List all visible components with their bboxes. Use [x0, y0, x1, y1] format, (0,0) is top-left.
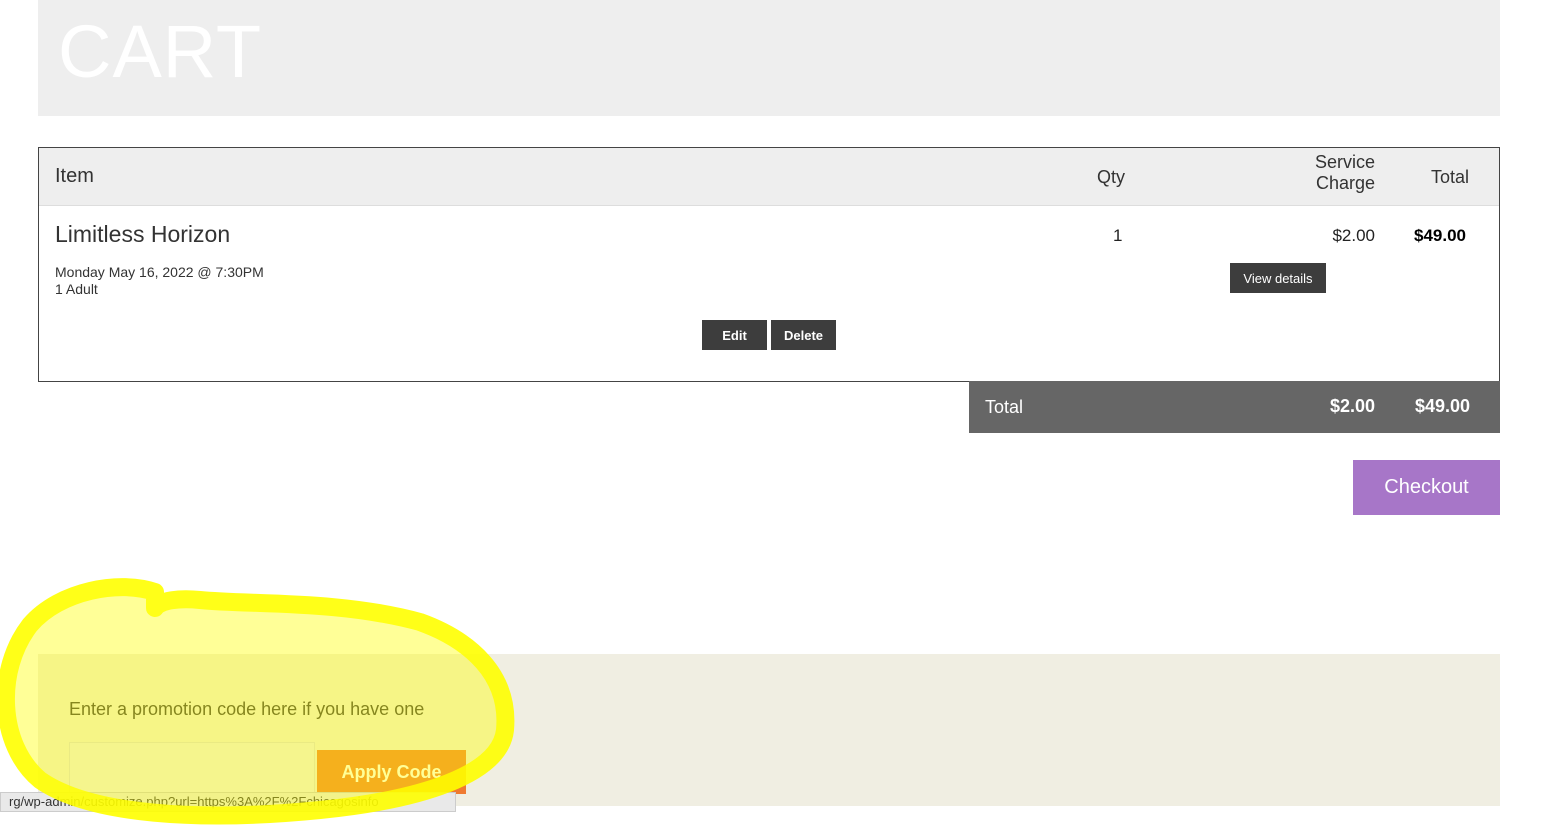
totals-total: $49.00: [1415, 396, 1471, 416]
totals-label: Total: [985, 397, 1024, 417]
delete-button[interactable]: Delete: [771, 320, 836, 350]
table-header: Item Qty Service Charge Total: [39, 148, 1499, 206]
status-bar-url: rg/wp-admin/customize.php?url=https%3A%2…: [0, 792, 456, 812]
promo-hint: Enter a promotion code here if you have …: [69, 699, 425, 719]
item-service-charge: $2.00: [1332, 226, 1375, 245]
column-header-qty: Qty: [1097, 167, 1126, 187]
item-total: $49.00: [1414, 226, 1466, 245]
column-header-service-charge: Service Charge: [1314, 152, 1375, 193]
item-date: Monday May 16, 2022 @ 7:30PM: [55, 264, 264, 280]
checkout-button[interactable]: Checkout: [1353, 460, 1500, 515]
cart-table: Item Qty Service Charge Total Limitless …: [38, 147, 1500, 382]
view-details-button[interactable]: View details: [1230, 263, 1326, 293]
column-header-item: Item: [55, 165, 94, 187]
column-header-total: Total: [1431, 167, 1470, 187]
item-tickets: 1 Adult: [55, 281, 98, 297]
promo-section: Enter a promotion code here if you have …: [38, 654, 1500, 806]
edit-button[interactable]: Edit: [702, 320, 767, 350]
item-qty: 1: [1113, 226, 1123, 245]
item-name: Limitless Horizon: [55, 221, 231, 247]
apply-code-button[interactable]: Apply Code: [317, 750, 466, 794]
totals-bar: Total $2.00 $49.00: [969, 381, 1500, 433]
page-title: CART: [58, 10, 263, 93]
totals-service-charge: $2.00: [1329, 396, 1375, 416]
cart-header: CART: [38, 0, 1500, 116]
